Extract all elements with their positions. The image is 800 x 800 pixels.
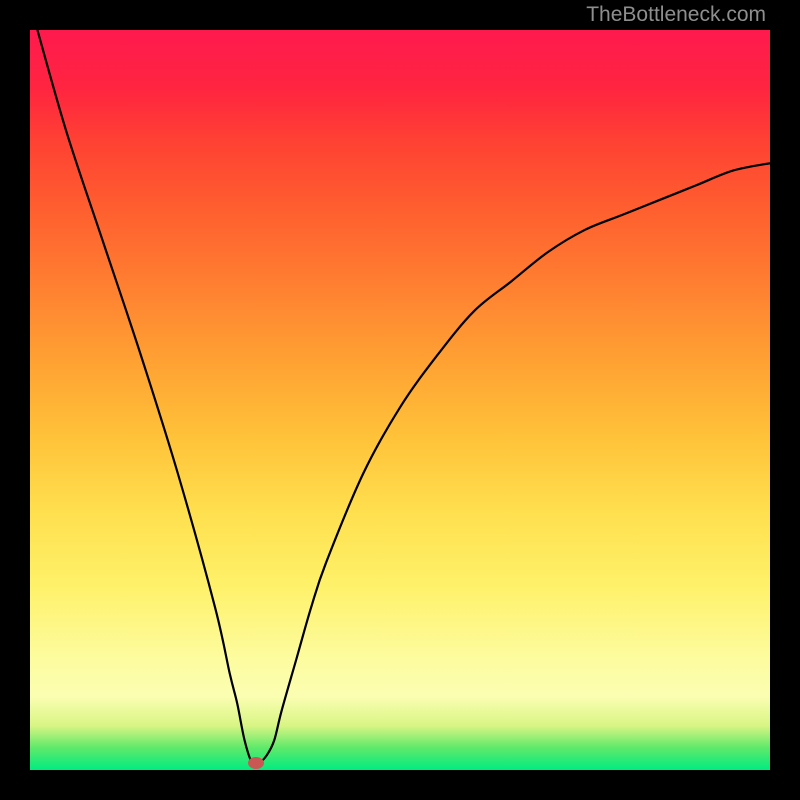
curve-path	[37, 30, 770, 765]
watermark-text: TheBottleneck.com	[586, 3, 766, 27]
bottleneck-curve	[30, 30, 770, 770]
chart-frame: TheBottleneck.com	[0, 0, 800, 800]
optimum-marker	[248, 757, 264, 769]
plot-area	[30, 30, 770, 770]
